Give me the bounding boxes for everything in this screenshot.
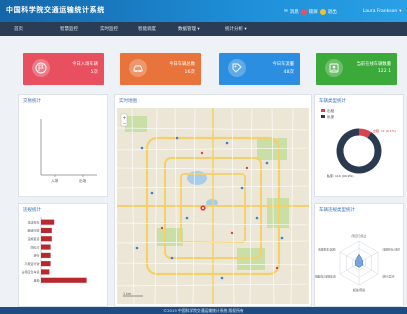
app-title: 中国科学院交通运输统计系统 — [6, 5, 105, 14]
chevron-down-icon[interactable]: ▾ — [399, 9, 401, 14]
bar-category-label: 占用应急车道 — [21, 269, 39, 274]
map-panel: 实时地图 + − 1 km — [114, 94, 312, 307]
radar-axis-label: 超速/限速 — [353, 288, 365, 292]
nav-item-stats[interactable]: 统计分析 ▾ — [225, 26, 247, 32]
car-icon — [129, 59, 147, 77]
lock-label[interactable]: 锁屏 — [309, 9, 318, 15]
stat-label: 今日车辆总数 — [169, 62, 195, 67]
bar-category-label: 闯红灯 — [30, 244, 39, 249]
svg-text:−: − — [123, 122, 127, 127]
stat-card-entry[interactable]: 今日入场车辆 5次 — [23, 53, 104, 85]
bar-category-label: 违规变道 — [27, 236, 39, 241]
radar-axis-label: 违规乘车/其他 — [318, 248, 336, 252]
bar-0[interactable] — [41, 219, 55, 225]
svg-text:+: + — [123, 115, 127, 121]
nav-item-smart-monitor[interactable]: 智慧监控 — [60, 26, 78, 32]
stat-value: 5次 — [90, 70, 98, 75]
bar-category-label: 逆行 — [33, 253, 39, 258]
radar-axis-label: 闯红灯/禁止 — [352, 234, 367, 238]
nav-bar: 首页 智慧监控 实时监控 智能调度 数据管理 ▾ 统计分析 ▾ — [0, 22, 407, 36]
city-map[interactable]: + − — [117, 108, 309, 304]
bar-1[interactable] — [41, 227, 52, 233]
nav-item-realtime[interactable]: 实时监控 — [100, 26, 118, 32]
bar-3[interactable] — [41, 244, 51, 250]
bar-6[interactable] — [41, 269, 50, 275]
nav-item-dispatch[interactable]: 智能调度 — [138, 26, 156, 32]
bar-category-label: 超速行驶 — [27, 228, 39, 233]
map-scale: 1 km — [123, 292, 131, 296]
user-area: ✉ 消息 锁屏 退出 Laura Frankson ▾ — [284, 7, 401, 16]
logout-icon[interactable] — [319, 8, 326, 15]
bar-5[interactable] — [41, 261, 51, 267]
stat-value: 122 1 — [377, 69, 391, 74]
trade-stats-panel: 交易统计 入场 出场 — [18, 94, 108, 197]
bar-2[interactable] — [41, 236, 52, 242]
stat-value: 16次 — [184, 70, 195, 75]
stat-card-online[interactable]: 当前在线车辆数量 122 1 — [316, 53, 397, 85]
pie-slice-出租[interactable] — [358, 128, 372, 139]
violation-stats-panel: 违规统计 违法停车 超速行驶 违规变道 闯红灯 逆行 不按道行驶 占用应急车道 其他 — [18, 203, 108, 307]
violation-bar-chart: 违法停车超速行驶违规变道闯红灯逆行不按道行驶占用应急车道其他 — [21, 217, 87, 285]
tag-icon — [228, 59, 246, 77]
pie-slice-label: 出租: 11 (9.1%) — [373, 129, 396, 133]
message-label[interactable]: 消息 — [290, 9, 299, 15]
pie-slice-label: 私家: 110 (90.9%) — [327, 174, 354, 178]
stat-label: 今日入场车辆 — [72, 62, 98, 67]
vehicle-type-panel: 车辆类型统计 出租 私家 出租: 11 (9.1%) 私家: 110 (90.9… — [314, 94, 404, 197]
x-tick-label: 出场 — [79, 179, 87, 183]
bar-category-label: 不按道行驶 — [24, 261, 39, 266]
message-icon[interactable]: ✉ — [284, 9, 288, 14]
x-tick-label: 入场 — [51, 179, 59, 183]
vehicle-type-donut-chart — [336, 128, 382, 174]
footer-text: ©2019 中国科学院交通运输统计系统 版权所有 — [163, 308, 244, 313]
lock-icon[interactable] — [300, 8, 307, 15]
stat-card-flow[interactable]: 今日车流量 48次 — [219, 53, 300, 85]
violation-radar-chart: 闯红灯/禁止违规掉头/违停逆行/禁行超速/限速 违规超车/违规变道违规乘车/其他 — [315, 234, 400, 292]
bar-4[interactable] — [41, 252, 51, 258]
radar-series[interactable] — [354, 253, 364, 268]
pie-slice-私家[interactable] — [336, 128, 382, 174]
username[interactable]: Laura Frankson — [363, 9, 397, 14]
violation-type-panel: 车辆违规类型统计 闯红灯/禁止违规掉头/违停逆行/禁行超速/限速违规超车/违规变… — [314, 203, 404, 307]
bar-category-label: 其他 — [33, 277, 39, 282]
bar-category-label: 违法停车 — [27, 219, 39, 224]
trade-stats-chart — [40, 119, 97, 177]
flag-icon — [32, 59, 50, 77]
stat-label: 当前在线车辆数量 — [356, 62, 391, 67]
panel-title: 实时地图 — [119, 99, 137, 104]
logout-label[interactable]: 退出 — [328, 9, 337, 15]
stat-label: 今日车流量 — [272, 62, 294, 67]
stat-value: 48次 — [283, 70, 294, 75]
stat-card-total[interactable]: 今日车辆总数 16次 — [120, 53, 201, 85]
radar-axis-label: 违规掉头/违停 — [382, 248, 400, 252]
radar-axis-label: 违规超车/违规变道 — [315, 275, 336, 279]
map-pin-icon — [200, 205, 206, 211]
footer: ©2019 中国科学院交通运输统计系统 版权所有 — [0, 307, 407, 314]
nav-item-home[interactable]: 首页 — [14, 26, 23, 32]
radar-axis-label: 逆行/禁行 — [382, 275, 394, 279]
user-icon — [325, 59, 343, 77]
bar-7[interactable] — [41, 277, 87, 283]
nav-item-data[interactable]: 数据管理 ▾ — [178, 26, 200, 32]
